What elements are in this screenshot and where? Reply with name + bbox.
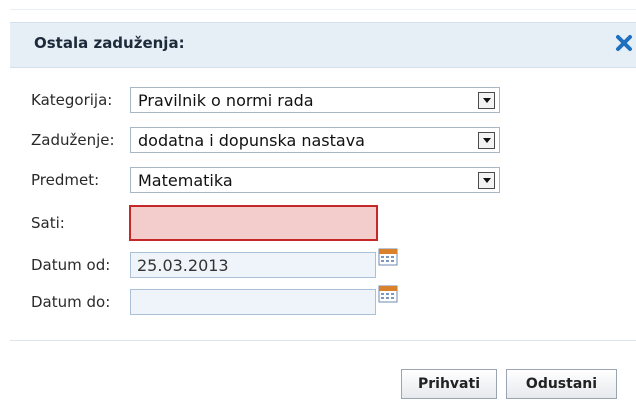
predmet-value: Matematika	[138, 171, 233, 190]
calendar-icon[interactable]	[378, 285, 398, 303]
datum-do-label: Datum do:	[31, 293, 111, 311]
predmet-label: Predmet:	[31, 171, 100, 189]
dialog-header: Ostala zaduženja:	[10, 22, 636, 68]
datum-od-value: 25.03.2013	[137, 256, 229, 275]
row-datum-od: Datum od: 25.03.2013	[31, 248, 431, 278]
calendar-icon[interactable]	[378, 248, 398, 266]
kategorija-label: Kategorija:	[31, 91, 113, 109]
dialog: Ostala zaduženja: Kategorija: Pravilnik …	[0, 0, 636, 419]
cancel-button[interactable]: Odustani	[506, 369, 617, 399]
row-datum-do: Datum do:	[31, 285, 431, 315]
datum-do-input[interactable]	[130, 289, 376, 315]
predmet-select[interactable]: Matematika	[130, 167, 500, 193]
top-divider	[10, 9, 636, 10]
datum-od-label: Datum od:	[31, 256, 111, 274]
row-zaduzenje: Zaduženje: dodatna i dopunska nastava	[31, 127, 531, 153]
row-kategorija: Kategorija: Pravilnik o normi rada	[31, 87, 531, 113]
row-sati: Sati:	[31, 205, 431, 241]
zaduzenje-label: Zaduženje:	[31, 131, 115, 149]
sati-label: Sati:	[31, 214, 65, 232]
kategorija-select[interactable]: Pravilnik o normi rada	[130, 87, 500, 113]
close-icon[interactable]	[614, 33, 634, 53]
datum-od-input[interactable]: 25.03.2013	[130, 252, 376, 278]
accept-button[interactable]: Prihvati	[401, 369, 497, 399]
sati-input[interactable]	[129, 205, 378, 241]
chevron-down-icon[interactable]	[478, 172, 495, 189]
chevron-down-icon[interactable]	[478, 132, 495, 149]
row-predmet: Predmet: Matematika	[31, 167, 531, 193]
dialog-title: Ostala zaduženja:	[34, 34, 185, 52]
footer-divider	[10, 340, 636, 341]
kategorija-value: Pravilnik o normi rada	[138, 91, 314, 110]
zaduzenje-value: dodatna i dopunska nastava	[138, 131, 365, 150]
chevron-down-icon[interactable]	[478, 92, 495, 109]
zaduzenje-select[interactable]: dodatna i dopunska nastava	[130, 127, 500, 153]
